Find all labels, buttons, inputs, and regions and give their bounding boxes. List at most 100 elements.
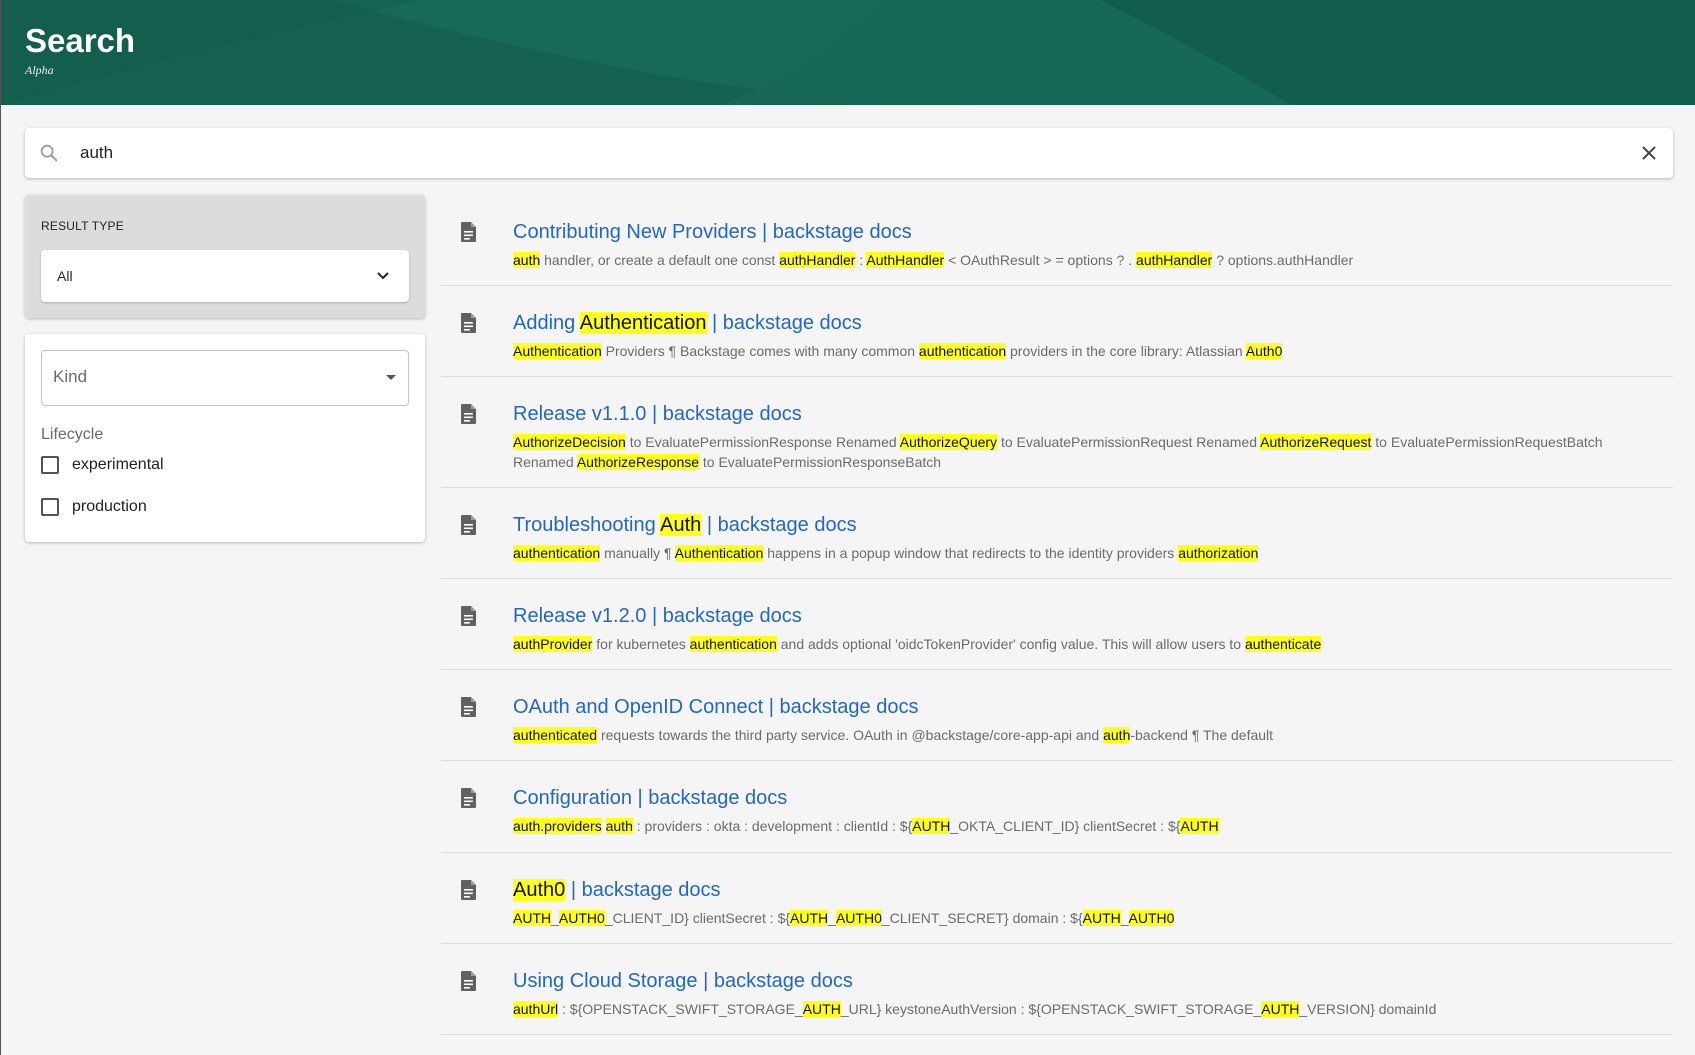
snippet-highlight: AuthorizeDecision	[513, 434, 626, 450]
document-icon	[461, 788, 476, 808]
document-icon	[461, 515, 476, 535]
title-highlight: Authentication	[579, 312, 707, 334]
page-header: Search Alpha	[0, 0, 1695, 105]
result-item: Using Cloud Storage | backstage docs auth…	[441, 944, 1673, 1035]
result-item: Troubleshooting Auth | backstage docs aut…	[441, 488, 1673, 579]
search-bar	[25, 128, 1673, 178]
snippet-highlight: authorization	[1178, 545, 1259, 561]
snippet-text: happens in a popup window that redirects…	[763, 545, 1179, 561]
snippet-highlight: AUTH	[912, 818, 951, 834]
snippet-text: ? options.authHandler	[1212, 252, 1354, 268]
snippet-highlight: AUTH	[802, 1001, 841, 1017]
title-text: Using Cloud Storage | backstage docs	[513, 970, 853, 992]
title-text: Release v1.2.0 | backstage docs	[513, 605, 802, 627]
snippet-highlight: AUTH	[790, 910, 829, 926]
checkbox-label: experimental	[72, 456, 164, 473]
checkbox[interactable]	[41, 498, 59, 516]
snippet-highlight: AuthHandler	[866, 252, 945, 268]
snippet-highlight: authUrl	[513, 1001, 559, 1017]
result-item: Contributing New Providers | backstage d…	[441, 195, 1673, 286]
snippet-text: _OKTA_CLIENT_ID} clientSecret : ${	[950, 818, 1181, 834]
snippet-highlight: authProvider	[513, 636, 593, 652]
result-title-link[interactable]: Troubleshooting Auth | backstage docs	[513, 514, 857, 537]
document-icon	[461, 606, 476, 626]
checkbox-label: production	[72, 498, 147, 515]
result-type-label: RESULT TYPE	[41, 219, 124, 233]
snippet-highlight: AUTH	[1180, 818, 1219, 834]
snippet-highlight: authentication	[689, 636, 777, 652]
snippet-highlight: authHandler	[1136, 252, 1213, 268]
document-icon	[461, 404, 476, 424]
result-title-link[interactable]: Using Cloud Storage | backstage docs	[513, 970, 853, 993]
snippet-text: : ${OPENSTACK_SWIFT_STORAGE_	[558, 1001, 803, 1017]
results-list: Contributing New Providers | backstage d…	[441, 195, 1673, 1035]
caret-down-icon	[386, 375, 396, 380]
snippet-text: to EvaluatePermissionRequest Renamed	[997, 434, 1261, 450]
snippet-text: _	[1120, 910, 1129, 926]
kind-select[interactable]: Kind	[41, 350, 409, 406]
document-icon	[461, 971, 476, 991]
snippet-highlight: AUTH0	[835, 910, 882, 926]
result-type-filter: RESULT TYPE All	[25, 195, 425, 318]
result-item: Release v1.2.0 | backstage docs authProvi…	[441, 579, 1673, 670]
checkbox[interactable]	[41, 456, 59, 474]
snippet-highlight: authenticated	[513, 727, 598, 743]
kind-placeholder: Kind	[53, 367, 88, 386]
result-title-link[interactable]: OAuth and OpenID Connect | backstage doc…	[513, 696, 918, 719]
lifecycle-option-production[interactable]: production	[41, 495, 147, 519]
result-snippet: auth.providers auth : providers : okta :…	[513, 816, 1658, 836]
snippet-text: and adds optional 'oidcTokenProvider' co…	[776, 636, 1245, 652]
snippet-highlight: auth	[513, 252, 541, 268]
snippet-highlight: AUTH	[513, 910, 552, 926]
title-text: OAuth and OpenID Connect | backstage doc…	[513, 696, 919, 718]
snippet-highlight: auth.providers	[513, 818, 602, 834]
snippet-highlight: AUTH	[1082, 910, 1121, 926]
title-text: Troubleshooting	[513, 514, 661, 536]
result-snippet: authUrl : ${OPENSTACK_SWIFT_STORAGE_AUTH…	[513, 999, 1658, 1019]
result-item: Configuration | backstage docs auth.provi…	[441, 761, 1673, 853]
page-subtitle: Alpha	[25, 63, 54, 77]
title-text: Adding	[513, 312, 580, 334]
window-edge	[0, 0, 1, 1055]
snippet-highlight: Auth0	[1245, 343, 1283, 359]
snippet-text: requests towards the third party service…	[597, 727, 1104, 743]
snippet-text: _URL} keystoneAuthVersion : ${OPENSTACK_…	[840, 1001, 1262, 1017]
search-input[interactable]	[80, 136, 1600, 170]
header-wave-pattern	[0, 0, 1695, 105]
result-item: Adding Authentication | backstage docs Au…	[441, 286, 1673, 377]
chevron-down-icon	[377, 272, 389, 280]
snippet-highlight: AUTH	[1261, 1001, 1300, 1017]
result-title-link[interactable]: Configuration | backstage docs	[513, 787, 787, 810]
snippet-text: :	[855, 252, 867, 268]
result-title-link[interactable]: Release v1.1.0 | backstage docs	[513, 403, 802, 426]
snippet-highlight: Authentication	[513, 343, 602, 359]
result-title-link[interactable]: Adding Authentication | backstage docs	[513, 312, 862, 335]
snippet-text: manually ¶	[600, 545, 675, 561]
result-snippet: authProvider for kubernetes authenticati…	[513, 634, 1658, 654]
snippet-text: to EvaluatePermissionResponse Renamed	[625, 434, 900, 450]
result-title-link[interactable]: Release v1.2.0 | backstage docs	[513, 605, 802, 628]
result-item: OAuth and OpenID Connect | backstage doc…	[441, 670, 1673, 761]
document-icon	[461, 697, 476, 717]
title-text: | backstage docs	[701, 514, 857, 536]
result-title-link[interactable]: Contributing New Providers | backstage d…	[513, 221, 912, 244]
snippet-text: handler, or create a default one const	[540, 252, 780, 268]
title-text: Release v1.1.0 | backstage docs	[513, 403, 802, 425]
result-type-select[interactable]: All	[41, 250, 409, 302]
snippet-highlight: AuthorizeRequest	[1260, 434, 1372, 450]
snippet-text: to EvaluatePermissionResponseBatch	[699, 454, 942, 470]
search-icon	[40, 144, 58, 162]
snippet-text: Providers ¶ Backstage comes with many co…	[601, 343, 919, 359]
result-snippet: AuthorizeDecision to EvaluatePermissionR…	[513, 432, 1658, 472]
title-text: Configuration | backstage docs	[513, 787, 788, 809]
snippet-highlight: AUTH0	[1128, 910, 1175, 926]
snippet-highlight: authenticate	[1244, 636, 1322, 652]
snippet-highlight: AUTH0	[558, 910, 605, 926]
snippet-highlight: auth	[605, 818, 633, 834]
snippet-text: < OAuthResult > = options ? .	[944, 252, 1137, 268]
result-title-link[interactable]: Auth0 | backstage docs	[513, 879, 721, 902]
lifecycle-option-experimental[interactable]: experimental	[41, 453, 164, 477]
result-snippet: authenticated requests towards the third…	[513, 725, 1658, 745]
document-icon	[461, 313, 476, 333]
close-icon[interactable]	[1637, 141, 1661, 165]
